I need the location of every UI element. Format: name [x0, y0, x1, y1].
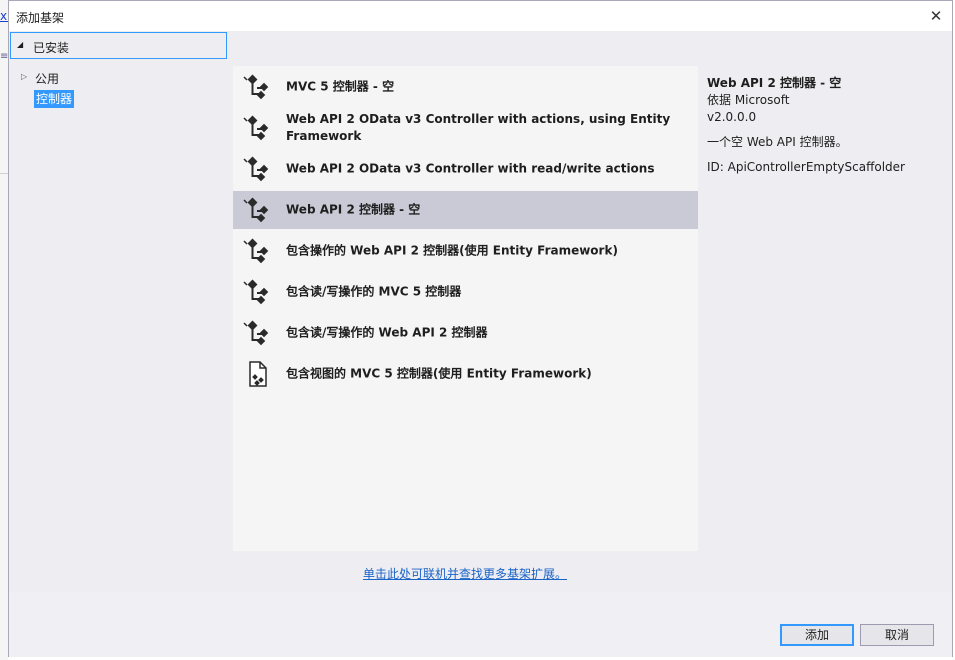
dialog-footer: 添加 取消 [9, 592, 952, 657]
controller-icon [243, 277, 273, 307]
scaffold-list-item[interactable]: 包含操作的 Web API 2 控制器(使用 Entity Framework) [233, 232, 698, 270]
details-title: Web API 2 控制器 - 空 [707, 76, 842, 90]
details-description: 一个空 Web API 控制器。 [707, 135, 848, 149]
controller-icon [243, 318, 273, 348]
collapsed-triangle-icon[interactable]: ▷ [21, 72, 27, 81]
scaffold-item-label: Web API 2 OData v3 Controller with actio… [286, 112, 671, 143]
cancel-button[interactable]: 取消 [860, 624, 934, 646]
add-button[interactable]: 添加 [780, 624, 854, 646]
scaffold-list: MVC 5 控制器 - 空 Web API 2 OData v3 Controll… [233, 66, 698, 551]
background-link-fragment: xm [0, 9, 8, 23]
scaffold-list-item[interactable]: 包含读/写操作的 Web API 2 控制器 [233, 314, 698, 352]
details-panel: Web API 2 控制器 - 空 依据 Microsoft v2.0.0.0 … [707, 75, 947, 176]
view-page-icon [243, 359, 273, 389]
tree-node-public-label: 公用 [35, 72, 60, 86]
close-icon: ✕ [929, 7, 943, 25]
controller-icon [243, 113, 273, 143]
controller-icon [243, 72, 273, 102]
tree-node-installed[interactable]: ◢ 已安装 [10, 32, 227, 59]
background-glyph-fragment: ≡ [0, 52, 8, 62]
scaffold-list-item[interactable]: MVC 5 控制器 - 空 [233, 68, 698, 106]
background-divider [0, 173, 8, 174]
scaffold-list-item[interactable]: 包含视图的 MVC 5 控制器(使用 Entity Framework) [233, 355, 698, 393]
details-author: 依据 Microsoft [707, 93, 790, 107]
close-button[interactable]: ✕ [926, 6, 946, 26]
background-window-edge [0, 0, 8, 660]
expanded-triangle-icon[interactable]: ◢ [17, 40, 23, 49]
tree-node-controller[interactable]: 控制器 [34, 90, 75, 108]
details-id: ID: ApiControllerEmptyScaffolder [707, 160, 905, 174]
scaffold-item-label: 包含读/写操作的 MVC 5 控制器 [286, 284, 462, 299]
online-extensions-link[interactable]: 单击此处可联机并查找更多基架扩展。 [363, 565, 567, 582]
scaffold-list-item[interactable]: Web API 2 控制器 - 空 [233, 191, 698, 229]
controller-icon [243, 236, 273, 266]
scaffold-item-label: Web API 2 控制器 - 空 [286, 202, 421, 217]
controller-icon [243, 195, 273, 225]
details-version: v2.0.0.0 [707, 110, 757, 124]
scaffold-list-item[interactable]: Web API 2 OData v3 Controller with actio… [233, 109, 698, 147]
category-tree: ◢ 已安装 ▷ 公用 控制器 [9, 31, 229, 592]
title-bar: 添加基架 ✕ [9, 1, 952, 31]
scaffold-item-label: Web API 2 OData v3 Controller with read/… [286, 161, 655, 176]
controller-icon [243, 154, 273, 184]
scaffold-list-item[interactable]: Web API 2 OData v3 Controller with read/… [233, 150, 698, 188]
scaffold-item-label: 包含读/写操作的 Web API 2 控制器 [286, 325, 488, 340]
scaffold-list-item[interactable]: 包含读/写操作的 MVC 5 控制器 [233, 273, 698, 311]
scaffold-item-label: 包含操作的 Web API 2 控制器(使用 Entity Framework) [286, 243, 618, 258]
scaffold-item-label: MVC 5 控制器 - 空 [286, 79, 395, 94]
add-scaffold-dialog: 添加基架 ✕ ◢ 已安装 ▷ 公用 控制器 MVC 5 控制器 - 空 Web A… [8, 0, 953, 657]
tree-node-installed-label: 已安装 [33, 41, 70, 55]
dialog-title: 添加基架 [16, 11, 65, 25]
scaffold-item-label: 包含视图的 MVC 5 控制器(使用 Entity Framework) [286, 366, 592, 381]
